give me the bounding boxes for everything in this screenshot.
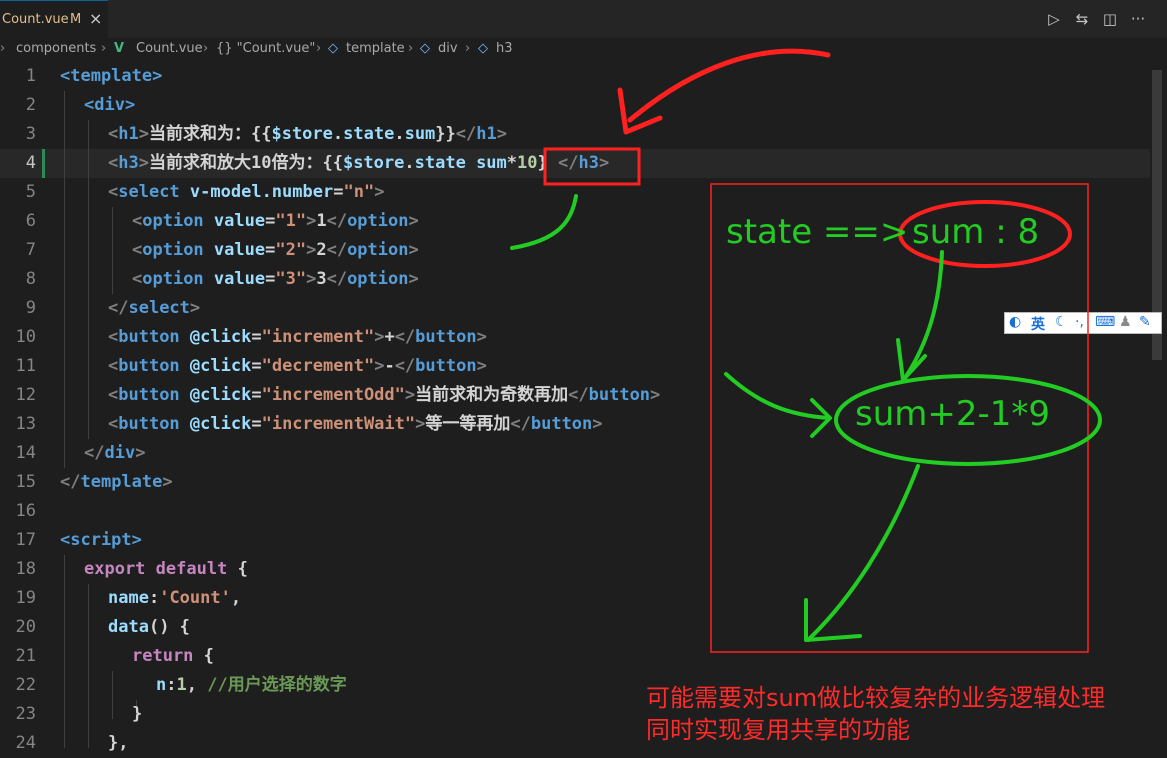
annotation-note-1: 可能需要对sum做比较复杂的业务逻辑处理: [646, 684, 1106, 712]
green-arrow-left: [724, 372, 830, 420]
green-arrow-bottom: [806, 464, 920, 642]
red-highlight-box: [543, 147, 641, 186]
annotation-state: state ==>: [726, 212, 909, 252]
annotation-sum8: sum : 8: [912, 212, 1040, 252]
annotation-overlay: [510, 48, 1102, 653]
red-arrow: [627, 48, 831, 123]
green-squiggle: [510, 194, 578, 250]
annotation-expression: sum+2-1*9: [855, 394, 1051, 434]
annotation-note-2: 同时实现复用共享的功能: [646, 716, 910, 744]
